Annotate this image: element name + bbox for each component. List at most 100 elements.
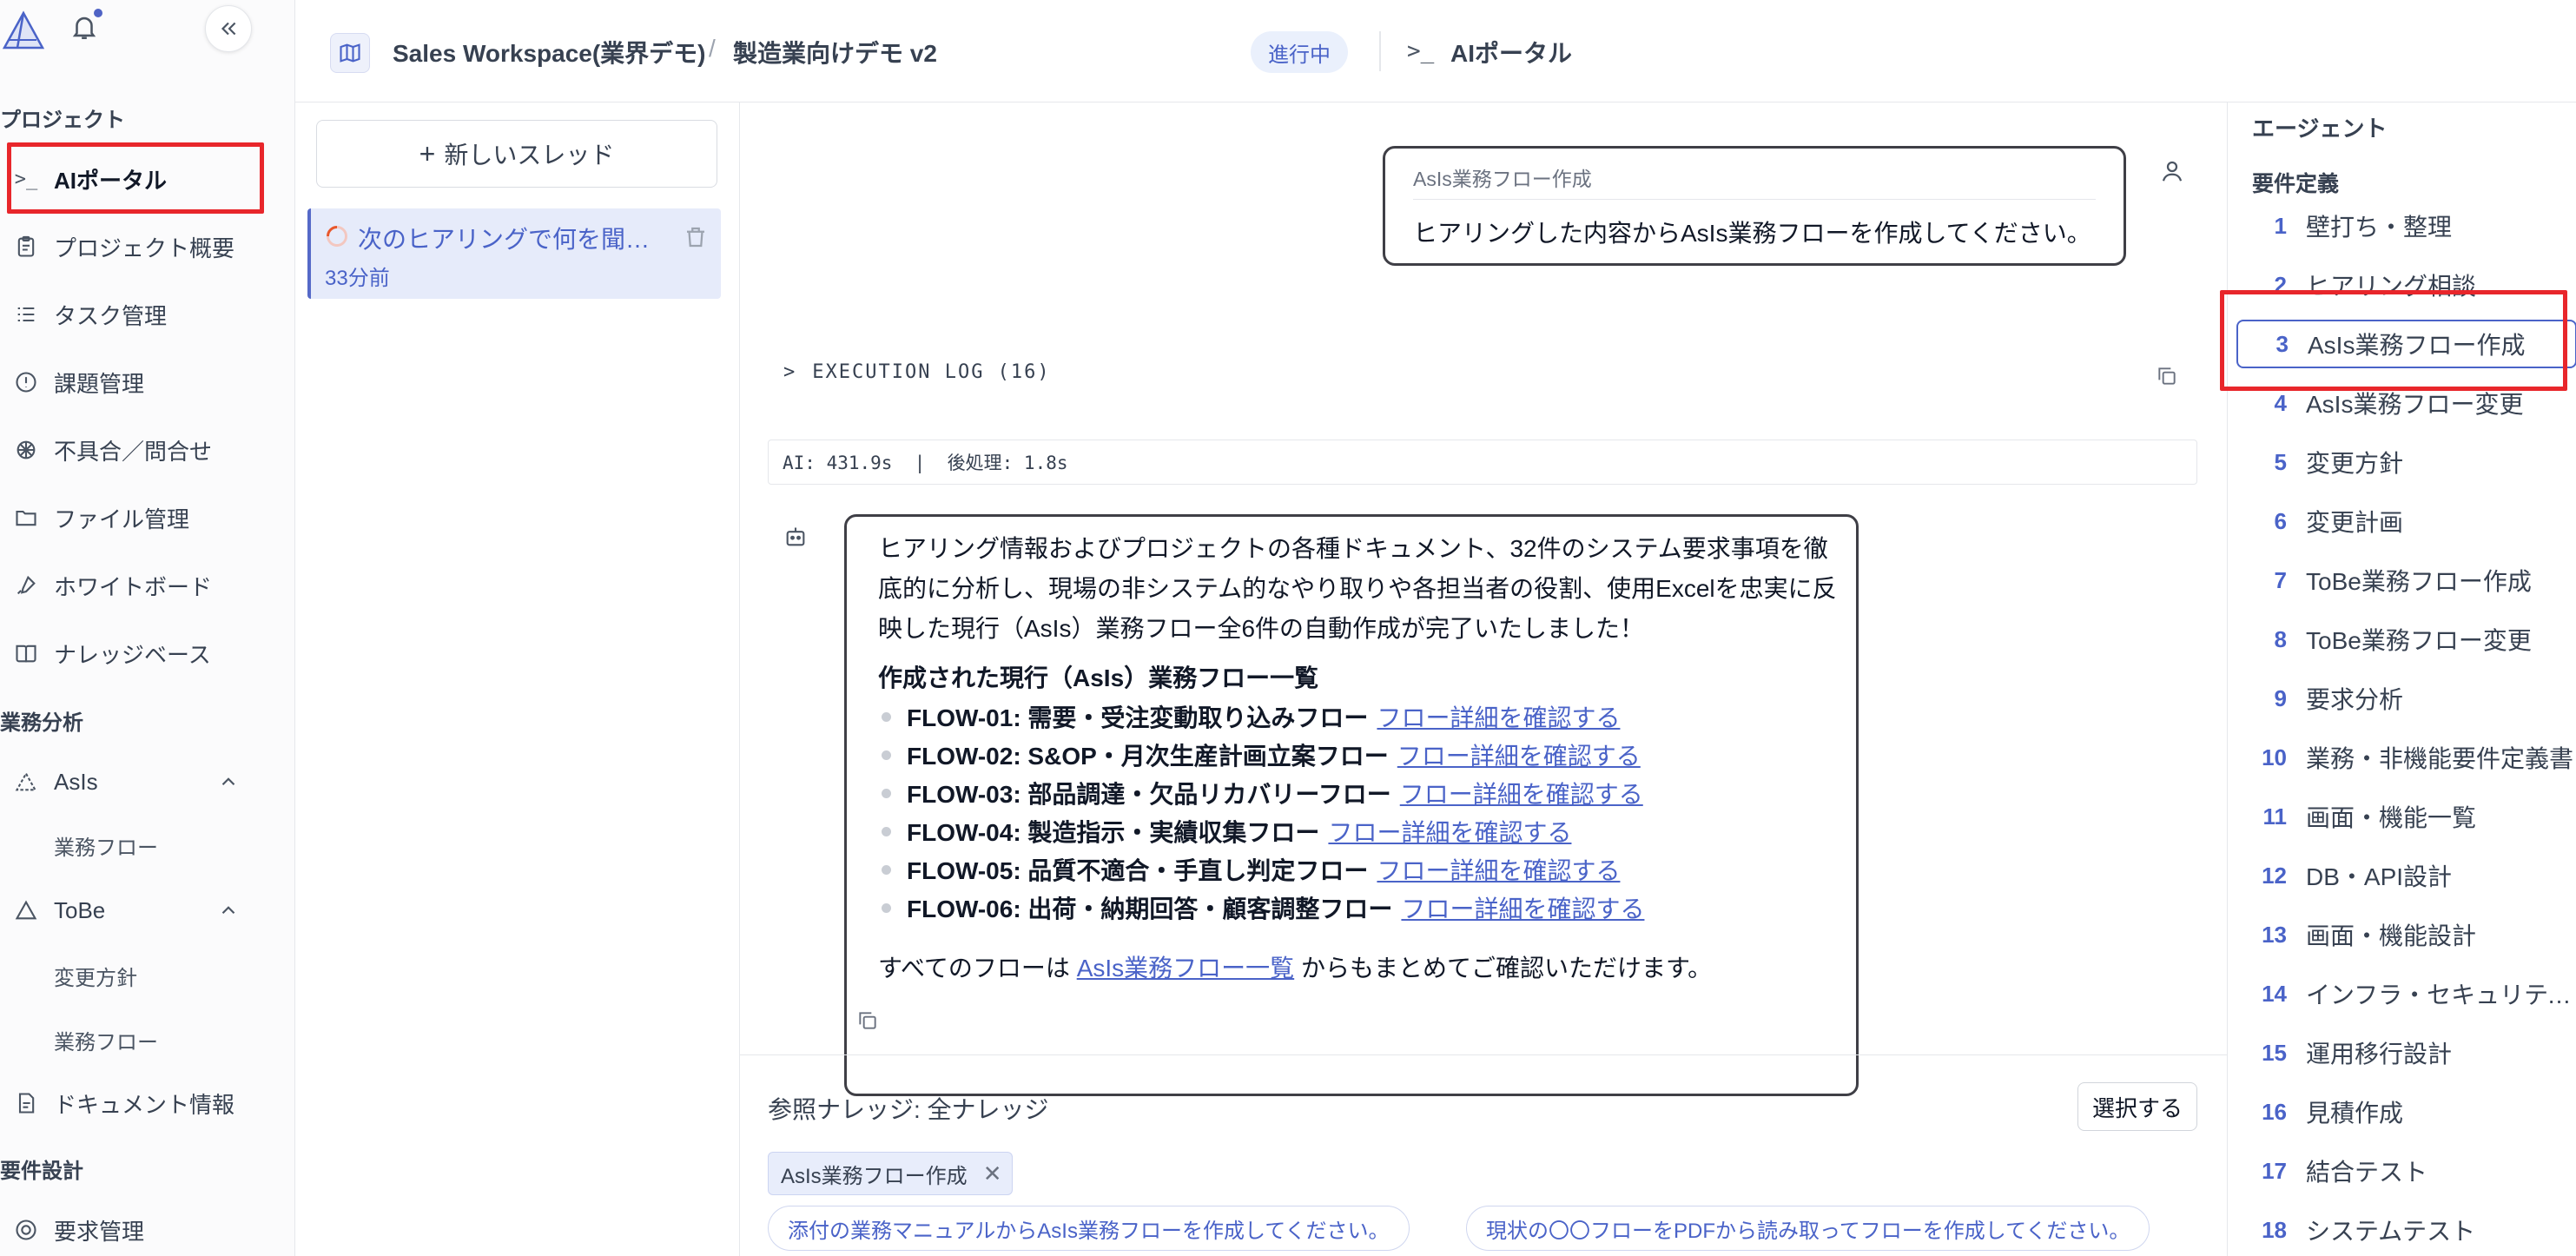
nav-item-label: ナレッジベース [54, 641, 211, 668]
map-button[interactable] [330, 33, 370, 73]
agent-number: 14 [2262, 980, 2287, 1007]
select-knowledge-button[interactable]: 選択する [2077, 1082, 2197, 1131]
flow-detail-link[interactable]: フロー詳細を確認する [1401, 890, 1644, 925]
assistant-message: ヒアリング情報およびプロジェクトの各種ドキュメント、32件のシステム要求事項を徹… [844, 514, 1859, 1096]
thread-title: 次のヒアリングで何を聞くべきか [358, 226, 665, 253]
chip-label: AsIs業務フロー作成 [781, 1164, 968, 1188]
bug-icon [17, 440, 36, 459]
nav-subitem-tobe-change-policy[interactable]: 変更方針 [54, 961, 137, 991]
nav-item-asis[interactable]: AsIs [0, 757, 287, 806]
agent-item[interactable]: 15 運用移行設計 [2236, 1028, 2576, 1077]
agent-item[interactable]: 12 DB・API設計 [2236, 851, 2576, 900]
flow-detail-link[interactable]: フロー詳細を確認する [1400, 776, 1643, 810]
agent-label: 変更方針 [2306, 450, 2404, 477]
loading-spinner-icon [327, 226, 347, 247]
left-sidebar: プロジェクト >_ AIポータル プロジェクト概要 タスク管理 課題管理 不具合… [0, 0, 295, 1256]
agent-label: 見積作成 [2306, 1100, 2404, 1127]
agent-panel: エージェント 要件定義 1 壁打ち・整理 2 ヒアリング相談 3 AsIs業務フロー作成 4… [2227, 102, 2576, 1256]
thread-time: 33分前 [325, 267, 390, 290]
breadcrumb-project[interactable]: 製造業向けデモ v2 [733, 35, 937, 69]
agent-item[interactable]: 14 インフラ・セキュリティ設計 [2236, 969, 2576, 1018]
nav-subitem-asis-business-flow[interactable]: 業務フロー [54, 830, 158, 861]
app-logo-icon[interactable] [2, 10, 45, 50]
nav-item-knowledge-base[interactable]: ナレッジベース [0, 629, 287, 678]
chevron-right-icon: > [783, 361, 797, 383]
trash-icon[interactable] [683, 224, 709, 250]
agent-item[interactable]: 5 変更方針 [2236, 438, 2576, 486]
agent-item[interactable]: 16 見積作成 [2236, 1087, 2576, 1136]
flow-detail-link[interactable]: フロー詳細を確認する [1377, 852, 1620, 887]
nav-item-tobe[interactable]: ToBe [0, 886, 287, 935]
nav-item-requirement-management[interactable]: 要求管理 [0, 1206, 287, 1254]
agent-number: 10 [2262, 744, 2287, 770]
nav-item-file-management[interactable]: ファイル管理 [0, 493, 287, 542]
copy-icon[interactable] [2156, 365, 2178, 387]
triangle-icon [15, 900, 37, 920]
nav-item-whiteboard[interactable]: ホワイトボード [0, 561, 287, 610]
flow-name: FLOW-03: 部品調達・欠品リカバリーフロー [907, 781, 1391, 808]
nav-item-issue-management[interactable]: 課題管理 [0, 358, 287, 407]
agent-item[interactable]: 6 変更計画 [2236, 497, 2576, 545]
nav-item-label: 要求管理 [54, 1218, 145, 1245]
execution-log-toggle[interactable]: > EXECUTION LOG (16) [783, 361, 1051, 383]
chevron-up-icon[interactable] [217, 899, 240, 922]
bullet [882, 711, 891, 722]
flow-list-item: FLOW-05: 品質不適合・手直し判定フロー フロー詳細を確認する [882, 852, 1620, 887]
nav-item-label: 不具合／問合せ [54, 438, 213, 465]
agent-number: 18 [2262, 1216, 2287, 1243]
agent-item[interactable]: 13 画面・機能設計 [2236, 910, 2576, 959]
agent-item[interactable]: 11 画面・機能一覧 [2236, 792, 2576, 841]
agent-label: インフラ・セキュリティ設計 [2306, 982, 2576, 1008]
plus-icon: + [419, 137, 436, 169]
divider [1413, 199, 2096, 200]
nav-subitem-tobe-business-flow[interactable]: 業務フロー [54, 1025, 158, 1055]
collapse-sidebar-button[interactable] [205, 5, 252, 52]
triangle-icon [15, 771, 37, 791]
nav-item-bugs-inquiries[interactable]: 不具合／問合せ [0, 426, 287, 474]
book-icon [16, 645, 36, 663]
new-thread-button[interactable]: + 新しいスレッド [316, 120, 717, 188]
nav-item-label: プロジェクト概要 [54, 235, 235, 261]
notification-bell-icon[interactable] [69, 12, 99, 42]
user-message-body: ヒアリングした内容からAsIs業務フローを作成してください。 [1413, 220, 2091, 247]
agent-item[interactable]: 7 ToBe業務フロー作成 [2236, 556, 2576, 605]
agent-number: 13 [2262, 921, 2287, 948]
suggestion-chip[interactable]: 添付の業務マニュアルからAsIs業務フローを作成してください。 [768, 1206, 1410, 1251]
nav-item-task-management[interactable]: タスク管理 [0, 290, 287, 339]
nav-item-project-overview[interactable]: プロジェクト概要 [0, 222, 287, 271]
flow-detail-link[interactable]: フロー詳細を確認する [1377, 699, 1620, 734]
agent-item[interactable]: 1 壁打ち・整理 [2236, 202, 2576, 250]
breadcrumb-workspace[interactable]: Sales Workspace(業界デモ) [393, 35, 706, 69]
agent-item[interactable]: 8 ToBe業務フロー変更 [2236, 615, 2576, 664]
flow-detail-link[interactable]: フロー詳細を確認する [1328, 814, 1571, 849]
nav-item-label: ホワイトボード [54, 573, 213, 600]
agent-number: 5 [2274, 448, 2287, 475]
flow-detail-link[interactable]: フロー詳細を確認する [1397, 737, 1641, 772]
thread-list-item[interactable]: 次のヒアリングで何を聞くべきか 33分前 [307, 208, 721, 299]
flow-list-item: FLOW-04: 製造指示・実績収集フロー フロー詳細を確認する [882, 814, 1571, 849]
highlight-box-ai-portal [7, 142, 264, 214]
close-icon[interactable]: ✕ [983, 1160, 1002, 1187]
nav-item-document-info[interactable]: ドキュメント情報 [0, 1079, 287, 1127]
asis-flow-list-link[interactable]: AsIs業務フロー一覧 [1077, 955, 1294, 982]
agent-item[interactable]: 9 要求分析 [2236, 674, 2576, 723]
agent-item[interactable]: 17 結合テスト [2236, 1147, 2576, 1195]
highlight-box-agent [2220, 290, 2567, 391]
user-message: AsIs業務フロー作成 ヒアリングした内容からAsIs業務フローを作成してくださ… [1383, 146, 2126, 266]
flow-name: FLOW-05: 品質不適合・手直し判定フロー [907, 857, 1369, 884]
chevron-up-icon[interactable] [217, 770, 240, 793]
agent-item[interactable]: 10 業務・非機能要件定義書 [2236, 733, 2576, 782]
agent-number: 17 [2262, 1157, 2287, 1184]
nav-item-label: AsIs [54, 768, 98, 795]
folder-icon [16, 510, 36, 526]
agent-panel-title: エージェント [2252, 116, 2388, 142]
thread-panel: + 新しいスレッド 次のヒアリングで何を聞くべきか 33分前 [295, 102, 740, 1256]
flow-list-item: FLOW-01: 需要・受注変動取り込みフロー フロー詳細を確認する [882, 699, 1620, 734]
agent-label: 要求分析 [2306, 686, 2404, 713]
agent-item[interactable]: 18 システムテスト [2236, 1206, 2576, 1254]
bullet [882, 864, 891, 875]
copy-icon[interactable] [856, 1009, 879, 1032]
reference-knowledge-label: 参照ナレッジ: 全ナレッジ [768, 1096, 1049, 1123]
clipboard-icon [17, 235, 35, 257]
suggestion-chip[interactable]: 現状の〇〇フローをPDFから読み取ってフローを作成してください。 [1466, 1206, 2150, 1251]
